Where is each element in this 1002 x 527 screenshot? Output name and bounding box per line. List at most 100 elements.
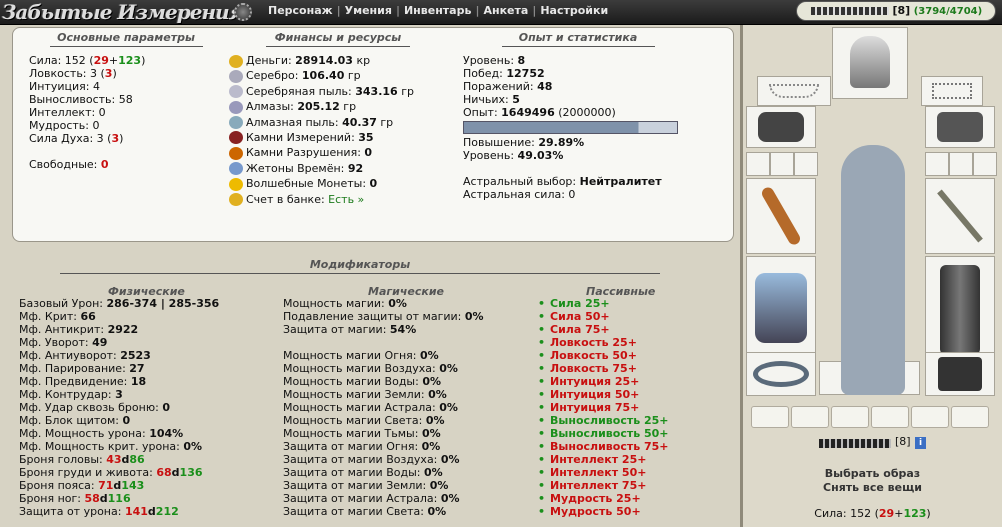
magic-mod-row: Мощность магии Земли: 0%: [283, 388, 484, 401]
text-segment: Мф. Мощность крит. урона:: [19, 440, 184, 453]
magic-mod-label: Мощность магии Астрала:: [283, 401, 440, 414]
text-segment: 3: [115, 388, 123, 401]
basic-param-row: Ловкость: 3 (3): [29, 67, 145, 80]
text-segment: 68: [156, 466, 172, 479]
finance-row: Жетоны Времён: 92: [229, 161, 414, 176]
club-icon: [759, 185, 803, 247]
nav-item-2[interactable]: Инвентарь: [400, 4, 475, 17]
bank-link[interactable]: Есть »: [328, 193, 364, 206]
text-segment: Мф. Крит:: [19, 310, 81, 323]
magic-mod-value: 0%: [423, 466, 443, 479]
finance-label: Камни Измерений:: [246, 130, 355, 144]
basic-params-title: Основные параметры: [41, 31, 211, 47]
earrings-icon: [932, 83, 972, 99]
exp-value: 1649496: [501, 106, 555, 119]
gloves-slot[interactable]: [746, 106, 816, 148]
scroll-slot-4[interactable]: [871, 406, 909, 428]
magic-mod-value: 0%: [421, 427, 441, 440]
scroll-slot-2[interactable]: [791, 406, 829, 428]
magic-mod-value: 54%: [389, 323, 417, 336]
magic-mod-row: Мощность магии Огня: 0%: [283, 349, 484, 362]
text-segment: Броня пояса:: [19, 479, 99, 492]
magic-mod-value: 0%: [429, 479, 449, 492]
passive-item: Ловкость 25+: [538, 336, 669, 349]
text-segment: 86: [129, 453, 145, 466]
magic-mod-row: Мощность магии Воздуха: 0%: [283, 362, 484, 375]
physical-mod-row: Мф. Предвидение: 18: [19, 375, 219, 388]
necklace-slot[interactable]: [757, 76, 831, 106]
weapon-right-slot[interactable]: [925, 178, 995, 254]
ring-slot-5[interactable]: [949, 152, 973, 176]
magic-mod-value: 0%: [422, 375, 442, 388]
scroll-slot-1[interactable]: [751, 406, 789, 428]
text-segment: 212: [155, 505, 179, 518]
finance-title: Финансы и ресурсы: [258, 31, 418, 47]
magic-mod-label: Защита от магии Света:: [283, 505, 428, 518]
remove-all-items-link[interactable]: Снять все вещи: [743, 481, 1002, 494]
silver-icon: [229, 69, 243, 83]
boots-slot[interactable]: [925, 352, 995, 396]
text-segment: Мф. Антикрит:: [19, 323, 108, 336]
ring-slot-1[interactable]: [746, 152, 770, 176]
magic-mod-row: Мощность магии Тьмы: 0%: [283, 427, 484, 440]
nav-item-0[interactable]: Персонаж: [264, 4, 337, 17]
passive-item: Выносливость 50+: [538, 427, 669, 440]
earrings-slot[interactable]: [921, 76, 983, 106]
text-segment: 3: [111, 132, 120, 145]
character-name-redacted: [811, 7, 889, 15]
magic-mod-row: [283, 336, 484, 349]
exp-label: Опыт:: [463, 106, 498, 119]
text-segment: Интеллект: 0: [29, 106, 106, 119]
text-segment: ): [141, 54, 146, 67]
magic-mod-value: 0%: [464, 310, 484, 323]
helmet-slot[interactable]: [832, 27, 908, 99]
bracers-slot[interactable]: [925, 106, 995, 148]
bank-row: Счет в банке: Есть »: [229, 192, 414, 207]
weapon-left-slot[interactable]: [746, 178, 816, 254]
text-segment: 141: [124, 505, 148, 518]
magic-mod-row: Мощность магии: 0%: [283, 297, 484, 310]
finance-value: 92: [347, 161, 364, 175]
magic-mod-row: Защита от магии Огня: 0%: [283, 440, 484, 453]
stat-label: Побед:: [463, 67, 503, 80]
ring-slot-3[interactable]: [794, 152, 818, 176]
scroll-slot-6[interactable]: [951, 406, 989, 428]
text-segment: Мф. Антиуворот:: [19, 349, 121, 362]
text-segment: 49: [92, 336, 108, 349]
silver-dust-icon: [229, 85, 243, 99]
text-segment: +: [108, 54, 119, 67]
ring-slot-6[interactable]: [973, 152, 997, 176]
choose-image-link[interactable]: Выбрать образ: [743, 467, 1002, 480]
passive-item: Интеллект 50+: [538, 466, 669, 479]
nav-item-3[interactable]: Анкета: [479, 4, 532, 17]
armor-slot[interactable]: [746, 256, 816, 362]
params-panel: Основные параметры Финансы и ресурсы Опы…: [12, 27, 734, 242]
exp-progress-bar: [463, 121, 678, 134]
character-pill[interactable]: [8] (3794/4704): [796, 1, 996, 21]
physical-mod-row: Мф. Контрудар: 3: [19, 388, 219, 401]
diamond-icon: [229, 100, 243, 114]
game-logo[interactable]: Забытые Измерения: [2, 0, 245, 25]
info-icon[interactable]: i: [915, 437, 926, 449]
astral-row: Астральный выбор: Нейтралитет: [463, 175, 678, 188]
greaves-slot[interactable]: [925, 256, 995, 362]
nav-item-1[interactable]: Умения: [341, 4, 396, 17]
magic-mod-label: Мощность магии:: [283, 297, 389, 310]
passive-item: Интеллект 75+: [538, 479, 669, 492]
ring-slot-4[interactable]: [925, 152, 949, 176]
free-points-label: Свободные:: [29, 158, 98, 171]
scroll-slot-5[interactable]: [911, 406, 949, 428]
text-segment: Интуиция: 4: [29, 80, 100, 93]
magic-mod-value: 0%: [440, 492, 460, 505]
basic-param-row: Сила Духа: 3 (3): [29, 132, 145, 145]
text-segment: Мудрость: 0: [29, 119, 100, 132]
magic-mod-value: 0%: [425, 414, 445, 427]
belt-slot[interactable]: [746, 352, 816, 396]
scroll-slot-3[interactable]: [831, 406, 869, 428]
passive-list: Сила 25+Сила 50+Сила 75+Ловкость 25+Ловк…: [538, 297, 669, 518]
nav-item-4[interactable]: Настройки: [536, 4, 612, 17]
ring-slot-2[interactable]: [770, 152, 794, 176]
passive-item: Интуиция 75+: [538, 401, 669, 414]
text-segment: ): [119, 132, 124, 145]
